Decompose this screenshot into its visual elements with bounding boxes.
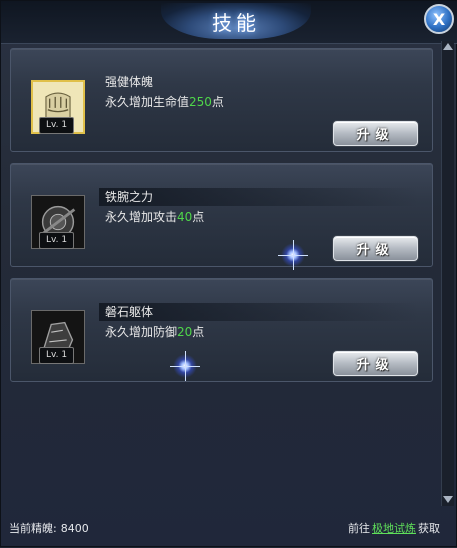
- desc-value: 40: [177, 210, 193, 224]
- desc-suffix: 点: [192, 210, 205, 224]
- title-bar: 技能 X: [1, 1, 457, 44]
- essence-label: 当前精魄:: [9, 522, 57, 535]
- level-badge: Lv. 1: [39, 347, 74, 364]
- desc-suffix: 点: [211, 95, 224, 109]
- desc-prefix: 永久增加生命值: [105, 95, 190, 109]
- skill-name: 磐石躯体: [99, 303, 419, 321]
- desc-suffix: 点: [192, 325, 205, 339]
- goto-link[interactable]: 极地试炼: [372, 522, 416, 535]
- scroll-down-icon[interactable]: [443, 496, 453, 503]
- close-button[interactable]: X: [424, 4, 454, 34]
- skill-card-2: Lv. 1 铁腕之力 永久增加攻击40点 升级: [10, 163, 433, 270]
- essence-value: 8400: [60, 522, 89, 535]
- skill-description: 永久增加攻击40点: [105, 208, 204, 225]
- skills-window: 技能 X Lv. 1 强健体魄 永久增加生命值250点 升级 Lv. 1 铁腕之…: [0, 0, 457, 547]
- goto-suffix: 获取: [418, 522, 440, 535]
- scrollbar[interactable]: [441, 41, 454, 506]
- desc-prefix: 永久增加攻击: [105, 210, 178, 224]
- sparkle-effect: [170, 351, 200, 381]
- desc-prefix: 永久增加防御: [105, 325, 178, 339]
- desc-value: 20: [177, 325, 193, 339]
- skill-description: 永久增加生命值250点: [105, 93, 224, 110]
- title-plaque: 技能: [161, 3, 311, 39]
- goto-prefix: 前往: [348, 522, 370, 535]
- upgrade-button[interactable]: 升级: [333, 351, 418, 376]
- essence-counter: 当前精魄: 8400: [9, 520, 89, 536]
- upgrade-button[interactable]: 升级: [333, 236, 418, 261]
- level-badge: Lv. 1: [39, 232, 74, 249]
- sparkle-effect: [278, 240, 308, 270]
- skill-name: 强健体魄: [105, 75, 154, 89]
- level-badge: Lv. 1: [39, 117, 74, 134]
- upgrade-button[interactable]: 升级: [333, 121, 418, 146]
- window-title: 技能: [212, 10, 260, 35]
- footer-bar: 当前精魄: 8400 前往 极地试炼 获取: [1, 513, 457, 548]
- skill-name: 铁腕之力: [99, 188, 419, 206]
- skill-description: 永久增加防御20点: [105, 323, 204, 340]
- scroll-up-icon[interactable]: [443, 43, 453, 50]
- skill-card-3: Lv. 1 磐石躯体 永久增加防御20点 升级: [10, 278, 433, 382]
- desc-value: 250: [189, 95, 212, 109]
- goto-hint: 前往 极地试炼 获取: [348, 520, 440, 536]
- skill-card-1: Lv. 1 强健体魄 永久增加生命值250点 升级: [10, 48, 433, 152]
- close-icon: X: [432, 9, 446, 29]
